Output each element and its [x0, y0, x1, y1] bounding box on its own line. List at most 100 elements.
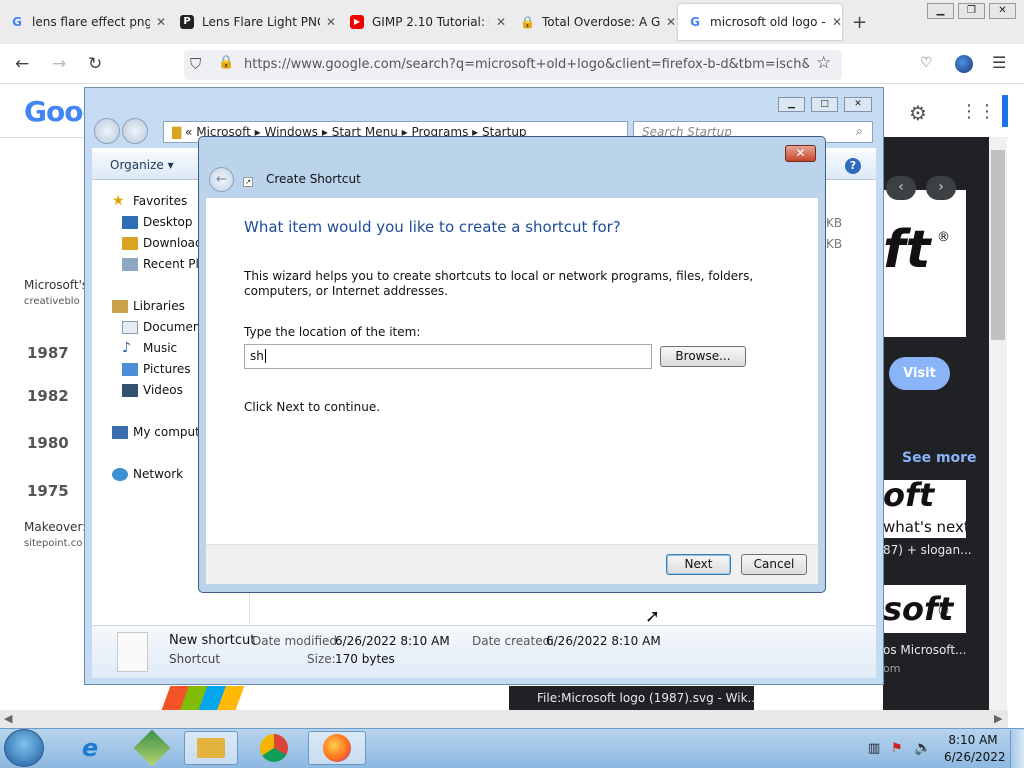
- new-tab-button[interactable]: +: [852, 12, 867, 33]
- related-caption[interactable]: os Microsoft...: [883, 643, 966, 657]
- dialog-body: [206, 198, 818, 544]
- explorer-close-button[interactable]: ✕: [844, 97, 872, 112]
- mouse-pointer-icon: ➚: [645, 606, 661, 627]
- explorer-back-button[interactable]: [94, 118, 120, 144]
- firefox-taskbar-button[interactable]: [308, 731, 366, 765]
- sign-in-edge: [1002, 95, 1008, 127]
- google-icon: G: [690, 15, 700, 29]
- volume-icon[interactable]: 🔈: [914, 740, 931, 756]
- related-caption[interactable]: 87) + slogan...: [883, 543, 972, 557]
- menu-icon[interactable]: ☰: [992, 53, 1006, 72]
- visit-button[interactable]: Visit: [889, 357, 950, 390]
- year-label: 1987: [27, 344, 69, 362]
- tab-lens-flare-light[interactable]: P Lens Flare Light PNG ✕: [170, 4, 336, 40]
- details-modified-value: 6/26/2022 8:10 AM: [335, 634, 450, 648]
- help-icon[interactable]: ?: [845, 158, 861, 174]
- forward-icon[interactable]: →: [52, 54, 66, 74]
- dialog-close-button[interactable]: ✕: [785, 145, 816, 162]
- dialog-description: This wizard helps you to create shortcut…: [244, 269, 754, 298]
- result-title[interactable]: Microsoft's: [24, 278, 88, 292]
- cancel-button[interactable]: Cancel: [741, 554, 807, 575]
- close-tab-icon[interactable]: ✕: [326, 15, 336, 29]
- network-tray-icon[interactable]: ▥: [868, 741, 880, 756]
- settings-gear-icon[interactable]: ⚙: [909, 101, 927, 125]
- text-cursor: [264, 349, 266, 363]
- close-tab-icon[interactable]: ✕: [666, 15, 676, 29]
- close-window-button[interactable]: ✕: [989, 3, 1016, 19]
- nav-computer[interactable]: My compute: [112, 425, 207, 439]
- nav-music[interactable]: ♪ Music: [122, 341, 177, 356]
- location-input[interactable]: sh: [244, 344, 652, 369]
- nav-downloads[interactable]: Downloads: [122, 236, 209, 250]
- slogan-fragment: what's next.: [883, 518, 966, 538]
- show-desktop-button[interactable]: [1010, 730, 1024, 768]
- lock-icon: 🔒: [520, 15, 535, 29]
- clock-time[interactable]: 8:10 AM: [944, 733, 1002, 747]
- year-label: 1980: [27, 434, 69, 452]
- nav-videos[interactable]: Videos: [122, 383, 183, 397]
- close-tab-icon[interactable]: ✕: [156, 15, 166, 29]
- registered-mark: ®: [937, 230, 950, 245]
- explorer-forward-button[interactable]: [122, 118, 148, 144]
- chrome-icon[interactable]: [252, 731, 296, 765]
- scroll-left-icon[interactable]: ◀: [4, 712, 12, 725]
- internet-explorer-icon[interactable]: e: [68, 731, 112, 765]
- account-icon[interactable]: [955, 55, 973, 73]
- details-size-label: Size:: [307, 652, 336, 666]
- close-tab-icon[interactable]: ✕: [496, 15, 506, 29]
- scroll-right-icon[interactable]: ▶: [994, 712, 1002, 725]
- nav-desktop[interactable]: Desktop: [122, 215, 193, 229]
- bookmark-star-icon[interactable]: ☆: [816, 53, 831, 73]
- close-tab-icon[interactable]: ✕: [832, 15, 842, 29]
- makeover-title[interactable]: Makeover:: [24, 520, 86, 534]
- nav-label: Pictures: [143, 362, 191, 376]
- start-button[interactable]: [4, 729, 44, 767]
- nav-label: Libraries: [133, 299, 185, 313]
- shortcut-arrow-icon: ↗: [243, 177, 253, 187]
- nav-documents[interactable]: Document: [122, 320, 205, 334]
- minimize-button[interactable]: ▁: [927, 3, 954, 19]
- continue-hint: Click Next to continue.: [244, 400, 381, 414]
- shield-icon[interactable]: ⛉: [190, 55, 201, 73]
- back-icon[interactable]: ←: [15, 54, 29, 74]
- location-input-value: sh: [250, 349, 264, 363]
- pocket-icon[interactable]: ♡: [920, 55, 933, 71]
- explorer-minimize-button[interactable]: ▁: [778, 97, 805, 112]
- explorer-taskbar-button[interactable]: [184, 731, 238, 765]
- search-icon: ⌕: [856, 124, 863, 138]
- nav-network[interactable]: Network: [112, 467, 183, 481]
- tab-total-overdose[interactable]: 🔒 Total Overdose: A Gu ✕: [510, 4, 676, 40]
- apps-grid-icon[interactable]: ⋮⋮: [960, 101, 996, 122]
- clock-date[interactable]: 6/26/2022: [944, 750, 1006, 764]
- nav-label: Videos: [143, 383, 183, 397]
- see-more-link[interactable]: See more: [902, 450, 977, 466]
- prev-arrow-icon[interactable]: ‹: [886, 176, 916, 200]
- lock-icon: 🔒: [218, 55, 235, 70]
- nav-favorites[interactable]: ★ Favorites: [112, 194, 187, 209]
- organize-label: Organize: [110, 158, 164, 172]
- next-arrow-icon[interactable]: ›: [926, 176, 956, 200]
- nav-recent-places[interactable]: Recent Pla: [122, 257, 206, 271]
- page-scrollbar-thumb[interactable]: [991, 150, 1005, 340]
- maximize-button[interactable]: ❐: [958, 3, 985, 19]
- wizard-back-button[interactable]: ←: [209, 167, 234, 192]
- organize-menu[interactable]: Organize ▾: [110, 158, 174, 172]
- browse-button[interactable]: Browse...: [660, 346, 746, 367]
- url-text[interactable]: https://www.google.com/search?q=microsof…: [244, 57, 809, 72]
- bottom-result-caption[interactable]: File:Microsoft logo (1987).svg - Wik...: [509, 686, 754, 710]
- tab-lens-flare-effect[interactable]: G lens flare effect png - ✕: [0, 4, 166, 40]
- nav-pictures[interactable]: Pictures: [122, 362, 191, 376]
- horizontal-scrollbar[interactable]: [0, 710, 1008, 728]
- action-center-flag-icon[interactable]: ⚑: [891, 741, 903, 756]
- tab-microsoft-old-logo[interactable]: G microsoft old logo - ✕: [678, 4, 842, 40]
- recent-places-icon: [122, 257, 138, 271]
- nav-libraries[interactable]: Libraries: [112, 299, 185, 313]
- next-button[interactable]: Next: [666, 554, 731, 575]
- videos-icon: [122, 383, 138, 397]
- libraries-icon: [112, 299, 128, 313]
- tab-gimp-tutorial[interactable]: ▶ GIMP 2.10 Tutorial: M ✕: [340, 4, 506, 40]
- reload-icon[interactable]: ↻: [88, 54, 102, 74]
- windows-flag-thumbnail[interactable]: [161, 686, 245, 710]
- explorer-maximize-button[interactable]: □: [811, 97, 838, 112]
- network-app-icon[interactable]: [130, 729, 174, 767]
